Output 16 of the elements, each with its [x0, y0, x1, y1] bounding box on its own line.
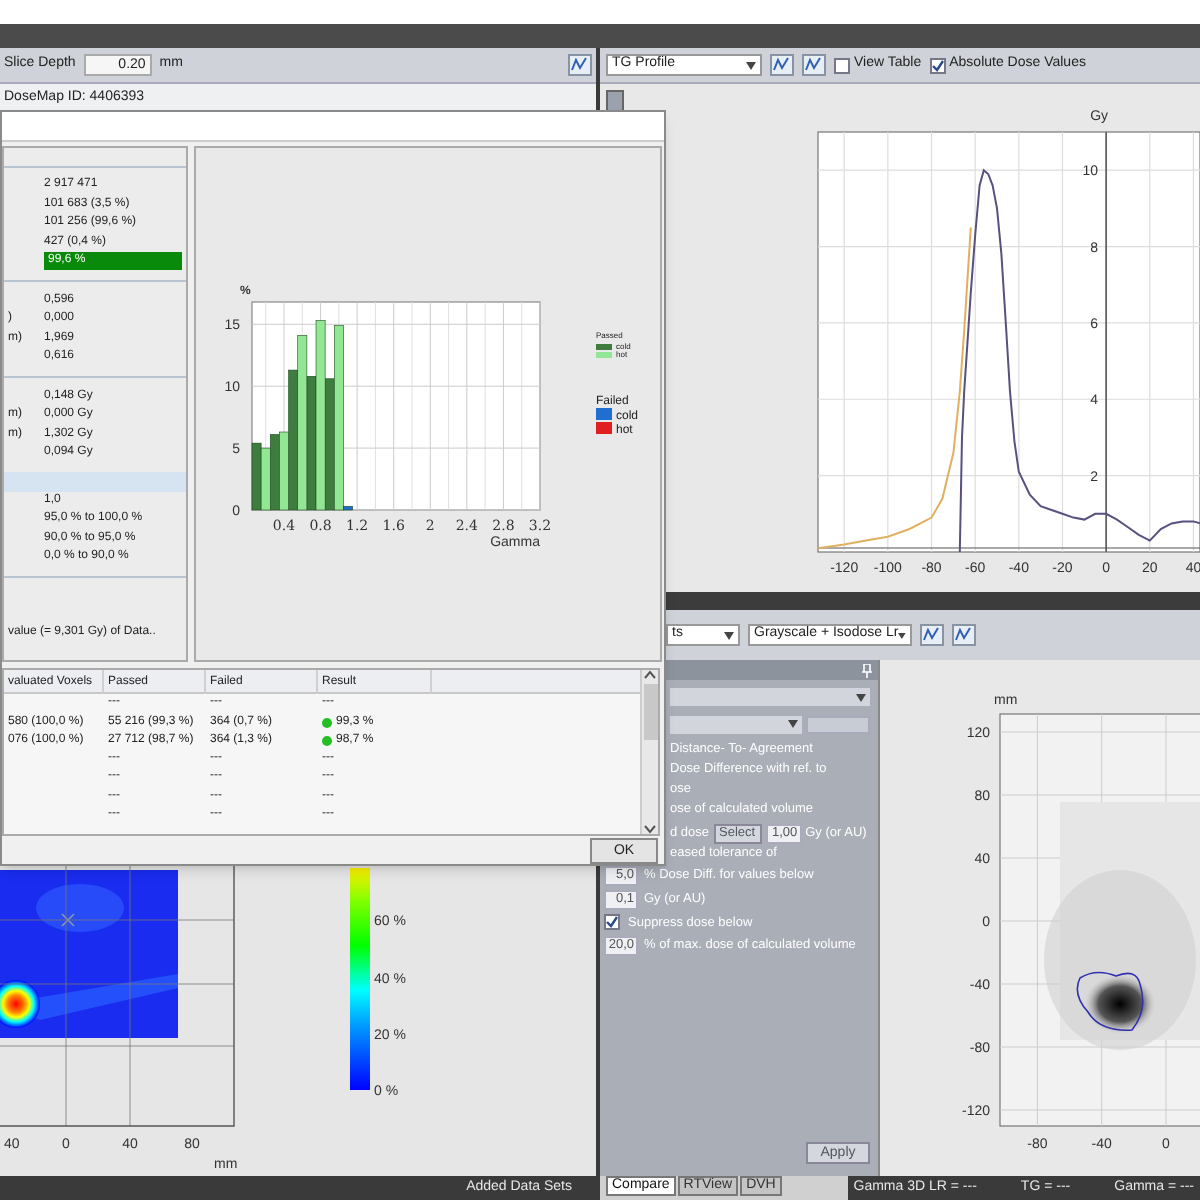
profile-tool-icon[interactable] [802, 54, 826, 76]
checkbox[interactable] [834, 57, 850, 73]
caret-icon [746, 61, 756, 69]
profile-tool-icon[interactable] [920, 624, 944, 646]
scrollbar[interactable] [640, 670, 658, 834]
checkbox[interactable] [604, 914, 620, 931]
profile-tool-icon[interactable] [952, 624, 976, 646]
checkbox[interactable] [929, 57, 946, 73]
caret-icon [856, 693, 866, 701]
pin-icon[interactable] [862, 663, 872, 677]
caret-icon [724, 631, 734, 639]
profile-tool-icon[interactable] [770, 54, 794, 76]
scroll-down-icon[interactable] [644, 824, 656, 834]
caret-icon [788, 720, 798, 729]
caret-icon [898, 631, 906, 639]
scroll-up-icon[interactable] [644, 670, 656, 680]
